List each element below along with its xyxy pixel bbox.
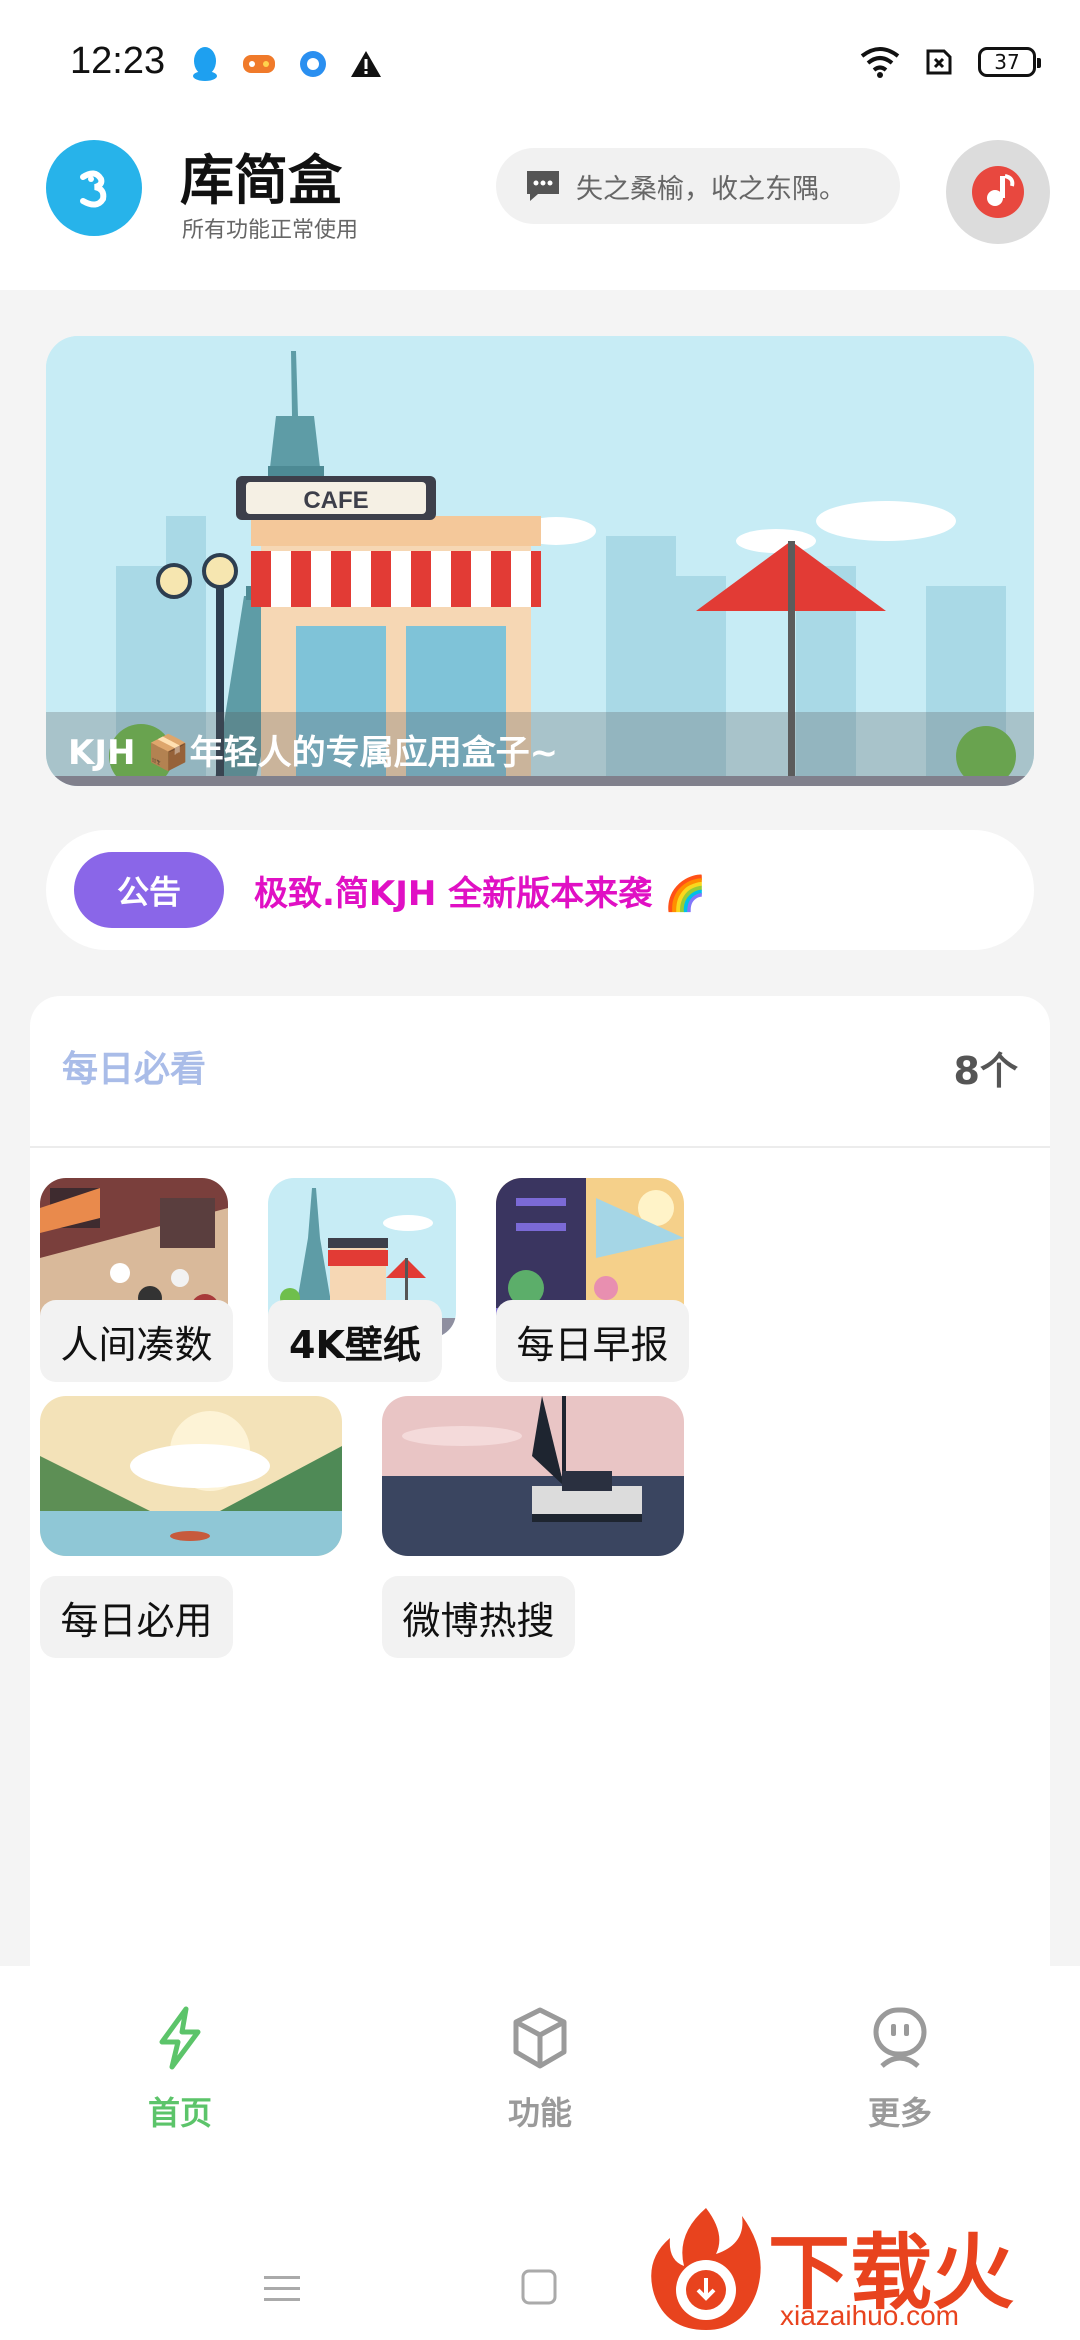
cube-icon — [513, 2007, 567, 2069]
tile-thumb — [382, 1396, 684, 1556]
quote-pill[interactable]: 失之桑榆，收之东隅。 — [496, 148, 900, 224]
divider — [30, 1146, 1050, 1148]
flame-logo-icon — [651, 2208, 761, 2330]
logo-icon — [80, 170, 107, 208]
tile-label: 每日必用 — [40, 1576, 233, 1658]
banner-caption: KJH 📦年轻人的专属应用盒子~ — [46, 712, 1034, 786]
home-square-icon[interactable] — [520, 2268, 558, 2306]
browser-icon — [300, 51, 326, 77]
watermark-url: xiazaihuo.com — [780, 2300, 959, 2331]
message-icon — [527, 171, 559, 201]
nav-features[interactable]: 功能 — [440, 2006, 640, 2134]
app-title: 库简盒 — [180, 149, 342, 212]
notice-bar[interactable]: 公告 极致.简KJH 全新版本来袭 🌈 — [46, 830, 1034, 950]
notice-text: 极致.简KJH 全新版本来袭 🌈 — [254, 873, 707, 914]
notice-badge: 公告 — [74, 852, 224, 928]
tile-label: 每日早报 — [496, 1300, 689, 1382]
nav-label: 功能 — [507, 2094, 572, 2132]
wifi-icon — [860, 47, 900, 78]
game-icon — [243, 55, 275, 73]
battery-icon: 37 — [978, 47, 1041, 77]
daily-count: 8个 — [953, 1049, 1018, 1093]
app-subtitle: 所有功能正常使用 — [182, 218, 359, 243]
app-header: 库简盒 所有功能正常使用 失之桑榆，收之东隅。 — [0, 130, 1080, 290]
bottom-nav: 首页 功能 更多 — [0, 1966, 1080, 2196]
menu-icon[interactable] — [262, 2272, 302, 2306]
tile-thumb — [40, 1396, 342, 1556]
daily-card: 每日必看 8个 人间凑数 4K壁纸 每日早报 每日必用 微博热搜 — [30, 996, 1050, 1996]
robot-icon — [873, 2007, 927, 2068]
nav-home[interactable]: 首页 — [80, 2006, 280, 2134]
lightning-icon — [159, 2006, 201, 2070]
banner[interactable]: CAFE KJH 📦年轻人的专属应用盒子~ — [46, 336, 1034, 786]
music-icon — [972, 166, 1024, 218]
status-bar: 12:23 37 — [0, 0, 1080, 130]
tile-label: 人间凑数 — [40, 1300, 233, 1382]
daily-title: 每日必看 — [62, 1049, 207, 1090]
cafe-sign: CAFE — [303, 487, 368, 514]
tile-label: 微博热搜 — [382, 1576, 575, 1658]
nav-label: 更多 — [867, 2094, 932, 2132]
sim-icon — [926, 49, 952, 75]
tile-label: 4K壁纸 — [268, 1300, 442, 1382]
app-logo[interactable] — [46, 140, 142, 236]
status-time: 12:23 — [70, 40, 166, 82]
qq-icon — [193, 47, 217, 81]
quote-text: 失之桑榆，收之东隅。 — [576, 173, 846, 205]
nav-more[interactable]: 更多 — [800, 2006, 1000, 2134]
watermark: 下载火 xiazaihuo.com — [640, 2196, 1080, 2340]
nav-label: 首页 — [147, 2094, 212, 2132]
warning-icon — [351, 51, 381, 77]
music-button[interactable] — [946, 140, 1050, 244]
